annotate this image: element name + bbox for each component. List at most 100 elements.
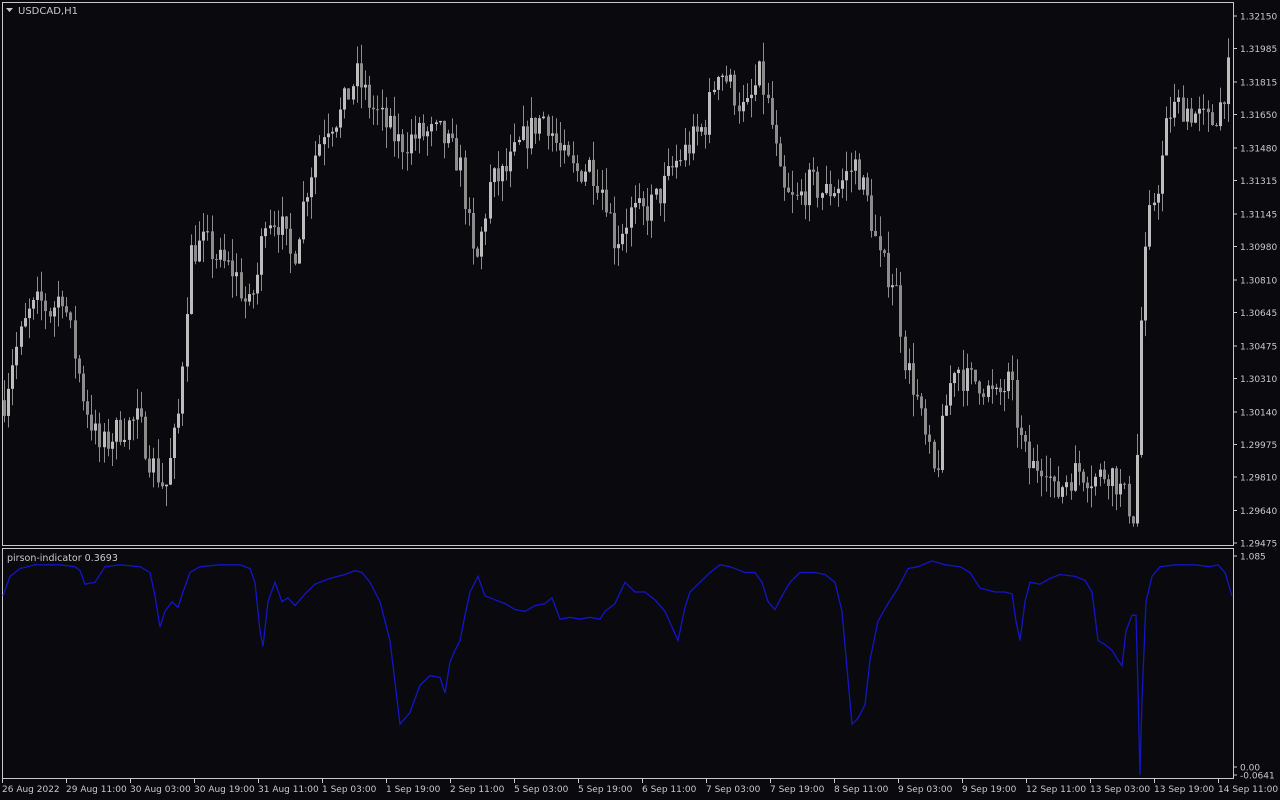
candle-body <box>933 441 936 469</box>
candle-body <box>829 183 832 197</box>
candle-body <box>372 107 375 110</box>
candle-body <box>231 260 234 277</box>
candle-body <box>974 369 977 382</box>
candle-body <box>1065 482 1068 488</box>
candle-body <box>1078 463 1081 472</box>
candle-body <box>181 366 184 414</box>
price-tick-label: 1.31985 <box>1240 45 1277 55</box>
candle-body <box>111 441 114 449</box>
candle-body <box>908 363 911 371</box>
candle-body <box>248 294 251 302</box>
candle-body <box>833 193 836 197</box>
candle-body <box>704 127 707 135</box>
indicator-tick-label: 1.085 <box>1240 553 1266 563</box>
candle-body <box>497 168 500 182</box>
indicator-tick-label: -0.0641 <box>1240 772 1275 782</box>
candle-body <box>821 193 824 198</box>
candle-body <box>987 385 990 397</box>
candle-body <box>28 308 31 319</box>
candle-body <box>621 233 624 245</box>
candle-body <box>7 388 10 416</box>
candle-body <box>999 387 1002 393</box>
candle-body <box>69 312 72 321</box>
candle-body <box>746 98 749 102</box>
candle-body <box>489 182 492 219</box>
candle-body <box>115 419 118 442</box>
candle-body <box>356 63 359 87</box>
candle-body <box>1016 380 1019 428</box>
candle-body <box>708 92 711 135</box>
candle-body <box>464 157 467 210</box>
candle-body <box>198 240 201 262</box>
candle-body <box>264 228 267 237</box>
candle-body <box>1003 391 1006 393</box>
candle-body <box>526 126 529 149</box>
candle-body <box>659 188 662 204</box>
candle-body <box>24 318 27 327</box>
time-tick-label: 7 Sep 19:00 <box>770 785 825 795</box>
candle-body <box>953 373 956 384</box>
candle-body <box>1107 479 1110 487</box>
candle-body <box>169 457 172 485</box>
candle-body <box>787 187 790 193</box>
candle-body <box>862 177 865 190</box>
candle-body <box>534 117 537 134</box>
candle-body <box>567 144 570 156</box>
candle-body <box>1202 108 1205 110</box>
candle-body <box>206 231 209 233</box>
candle-body <box>1182 97 1185 122</box>
candle-body <box>692 126 695 154</box>
candle-body <box>140 408 143 417</box>
candle-body <box>119 419 122 442</box>
candle-body <box>128 420 131 440</box>
candle-body <box>1136 454 1139 524</box>
candle-body <box>177 413 180 428</box>
candle-body <box>269 225 272 229</box>
candle-body <box>630 207 633 228</box>
candle-body <box>750 94 753 99</box>
candle-body <box>555 133 558 143</box>
candle-body <box>1057 481 1060 497</box>
candle-body <box>165 484 168 487</box>
candle-body <box>335 127 338 132</box>
candle-body <box>1215 125 1218 127</box>
candle-body <box>273 225 276 228</box>
price-tick-label: 1.29810 <box>1240 474 1277 484</box>
candle-body <box>323 137 326 145</box>
candle-body <box>1190 108 1193 123</box>
candle-body <box>215 259 218 261</box>
time-tick-label: 13 Sep 19:00 <box>1154 785 1214 795</box>
candle-body <box>592 159 595 186</box>
candle-body <box>762 61 765 95</box>
candle-body <box>148 458 151 473</box>
candle-body <box>924 408 927 435</box>
candle-body <box>725 75 728 82</box>
candle-body <box>816 171 819 198</box>
candle-body <box>767 94 770 99</box>
candle-body <box>20 326 23 347</box>
candle-body <box>758 61 761 86</box>
candle-body <box>625 227 628 234</box>
candle-body <box>256 274 259 294</box>
candle-body <box>1053 476 1056 482</box>
candle-body <box>937 468 940 470</box>
candle-body <box>32 299 35 309</box>
candle-body <box>729 74 732 82</box>
candle-body <box>294 253 297 264</box>
candle-body <box>260 236 263 275</box>
price-tick-label: 1.30140 <box>1240 408 1277 418</box>
candle-body <box>779 143 782 167</box>
candle-body <box>455 138 458 171</box>
candle-body <box>78 358 81 374</box>
candle-body <box>123 439 126 442</box>
candle-body <box>385 107 388 128</box>
candle-body <box>588 159 591 172</box>
candle-body <box>364 84 367 88</box>
candle-body <box>327 133 330 138</box>
candle-body <box>991 385 994 390</box>
candle-body <box>401 134 404 153</box>
candle-body <box>501 165 504 182</box>
candle-body <box>289 228 292 254</box>
candle-body <box>439 120 442 123</box>
time-tick-label: 5 Sep 03:00 <box>514 785 569 795</box>
